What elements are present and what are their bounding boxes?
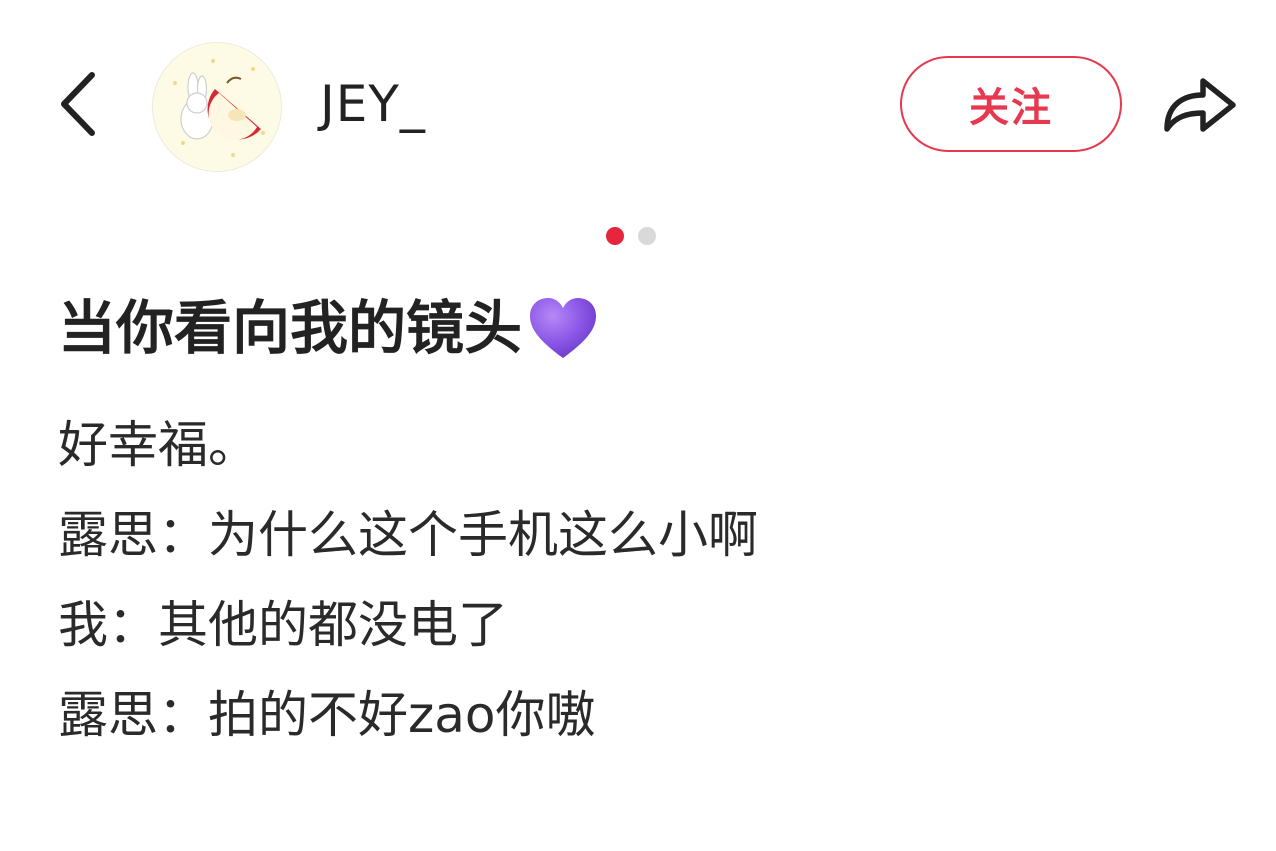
post-title-text: 当你看向我的镜头 [58, 294, 523, 362]
post-body: 好幸福。 露思：为什么这个手机这么小啊 我：其他的都没电了 露思：拍的不好zao… [58, 400, 1218, 760]
rabbit-apple-avatar-icon [153, 43, 281, 171]
share-arrow-icon [1164, 78, 1236, 132]
body-line: 露思：为什么这个手机这么小啊 [58, 506, 758, 564]
body-line: 我：其他的都没电了 [58, 596, 508, 654]
back-button[interactable] [48, 62, 108, 146]
carousel-indicator [606, 227, 656, 245]
share-button[interactable] [1156, 66, 1242, 142]
body-line: 好幸福。 [58, 416, 258, 474]
chevron-left-icon [61, 72, 95, 136]
post-title: 当你看向我的镜头 [58, 288, 600, 368]
carousel-dot-1[interactable] [606, 227, 624, 245]
body-line: 露思：拍的不好zao你嗷 [58, 686, 596, 744]
post-header: JEY_ 关注 [0, 0, 1276, 200]
purple-heart-emoji-icon [530, 298, 597, 358]
carousel-dot-2[interactable] [638, 227, 656, 245]
username[interactable]: JEY_ [320, 72, 426, 136]
follow-button[interactable]: 关注 [900, 56, 1122, 152]
avatar[interactable] [152, 42, 282, 172]
